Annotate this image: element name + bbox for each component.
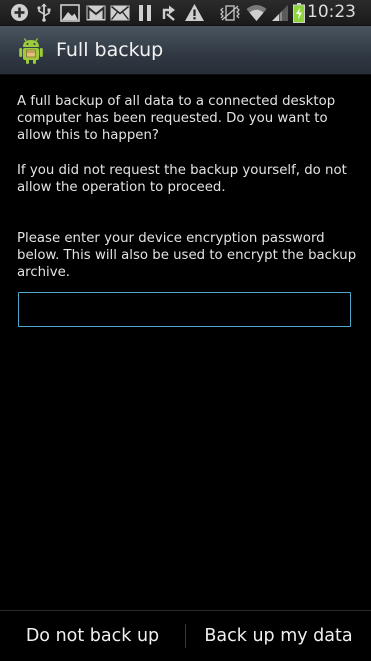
sync-icon bbox=[160, 3, 178, 22]
image-icon bbox=[59, 3, 81, 22]
backup-warning-text: If you did not request the backup yourse… bbox=[17, 163, 347, 195]
android-icon bbox=[16, 36, 46, 66]
encryption-instructions-text: Please enter your device encryption pass… bbox=[17, 231, 357, 280]
warning-icon bbox=[183, 3, 205, 22]
do-not-back-up-button[interactable]: Do not back up bbox=[0, 611, 185, 661]
vibrate-icon bbox=[219, 3, 241, 22]
add-icon bbox=[9, 3, 29, 22]
usb-icon bbox=[35, 3, 53, 22]
page-title: Full backup bbox=[56, 39, 164, 61]
title-bar: Full backup bbox=[0, 26, 371, 75]
encryption-password-input[interactable] bbox=[18, 292, 351, 327]
back-up-my-data-button[interactable]: Back up my data bbox=[186, 611, 371, 661]
backup-request-text: A full backup of all data to a connected… bbox=[17, 94, 336, 143]
status-time: 10:23 bbox=[307, 2, 356, 22]
gmail-icon bbox=[85, 3, 107, 22]
battery-charging-icon bbox=[292, 2, 306, 23]
status-bar: 10:23 bbox=[0, 0, 371, 26]
email-icon bbox=[109, 3, 131, 22]
wifi-icon bbox=[245, 3, 267, 22]
pause-icon bbox=[137, 3, 153, 22]
button-bar: Do not back up Back up my data bbox=[0, 610, 371, 661]
signal-icon bbox=[270, 3, 290, 22]
